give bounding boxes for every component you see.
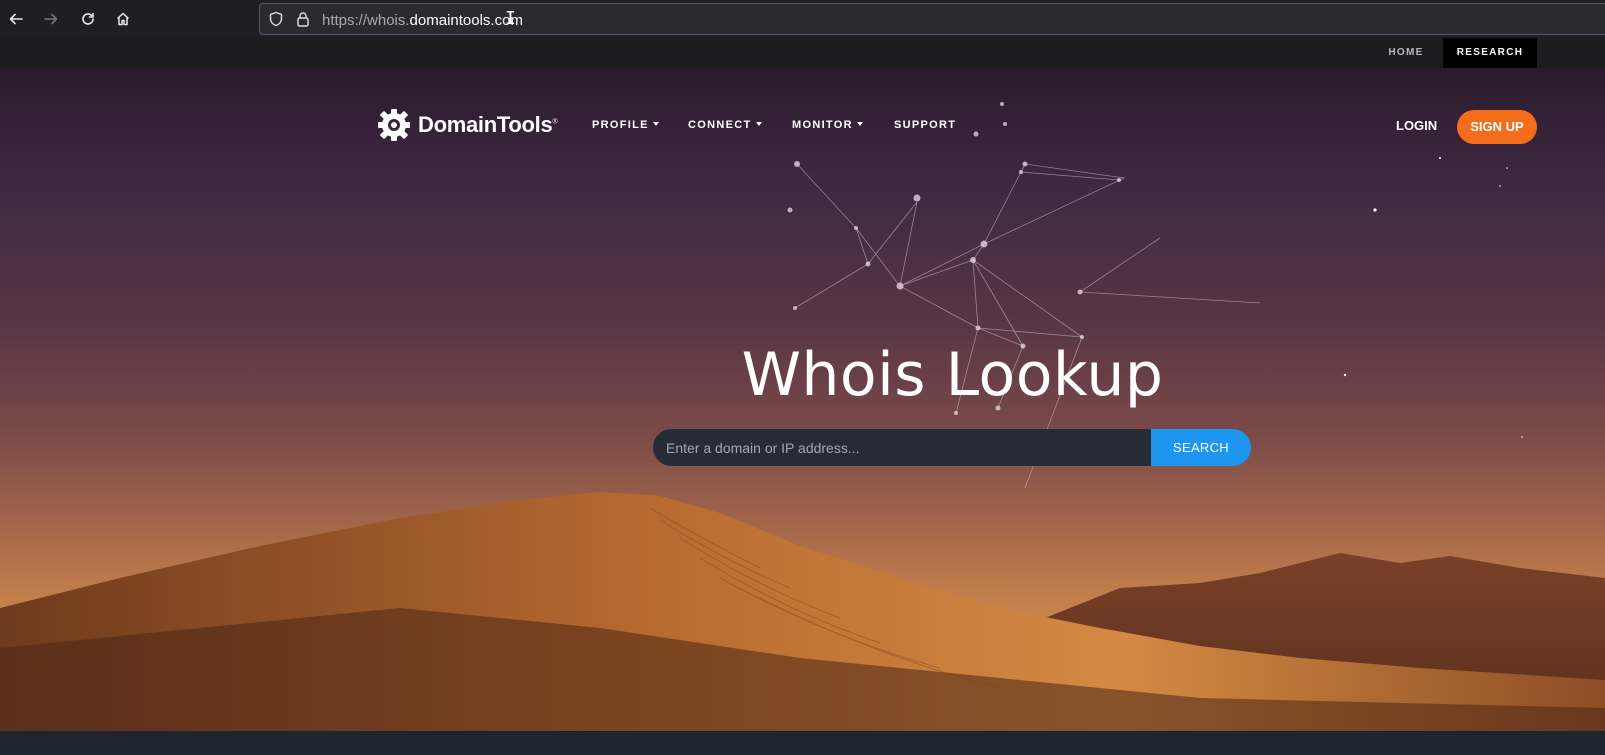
gear-icon [378,109,410,141]
top-research-link[interactable]: RESEARCH [1443,38,1537,68]
nav-profile-label: PROFILE [592,119,649,131]
logo-text: DomainTools® [418,112,558,138]
site-top-strip: HOME RESEARCH [0,38,1605,68]
nav-profile[interactable]: PROFILE [592,119,659,131]
nav-monitor[interactable]: MONITOR [792,119,863,131]
url-text[interactable]: https://whois.domaintools.com [322,12,523,29]
url-host: domaintools. [409,12,495,29]
text-cursor-icon: I [505,8,516,29]
caret-down-icon [755,122,762,126]
page-footer-band [0,731,1605,755]
caret-down-icon [652,122,659,126]
page-title: Whois Lookup [741,340,1164,410]
login-link[interactable]: LOGIN [1396,118,1437,133]
lock-icon[interactable] [296,11,310,32]
url-scheme: https://whois. [322,12,410,29]
reload-icon[interactable] [76,7,100,31]
shield-icon[interactable] [268,11,284,32]
signup-button[interactable]: SIGN UP [1457,110,1537,144]
registered-mark: ® [552,118,558,126]
browser-toolbar: https://whois.domaintools.com I [0,0,1605,38]
home-icon[interactable] [111,7,135,31]
nav-connect-label: CONNECT [688,119,752,131]
back-arrow-icon[interactable] [4,7,28,31]
search-form: SEARCH [653,429,1251,466]
hero-section: DomainTools® PROFILE CONNECT MONITOR SUP… [0,68,1605,731]
nav-monitor-label: MONITOR [792,119,853,131]
domaintools-logo[interactable]: DomainTools® [377,108,558,142]
address-bar[interactable]: https://whois.domaintools.com I [259,3,1605,35]
caret-down-icon [856,122,863,126]
search-button[interactable]: SEARCH [1151,429,1251,466]
nav-connect[interactable]: CONNECT [688,119,762,131]
nav-support[interactable]: SUPPORT [894,119,956,131]
forward-arrow-icon[interactable] [39,7,63,31]
domain-search-input[interactable] [653,429,1151,466]
logo-wordmark: DomainTools [418,112,553,137]
top-home-link[interactable]: HOME [1376,38,1436,68]
